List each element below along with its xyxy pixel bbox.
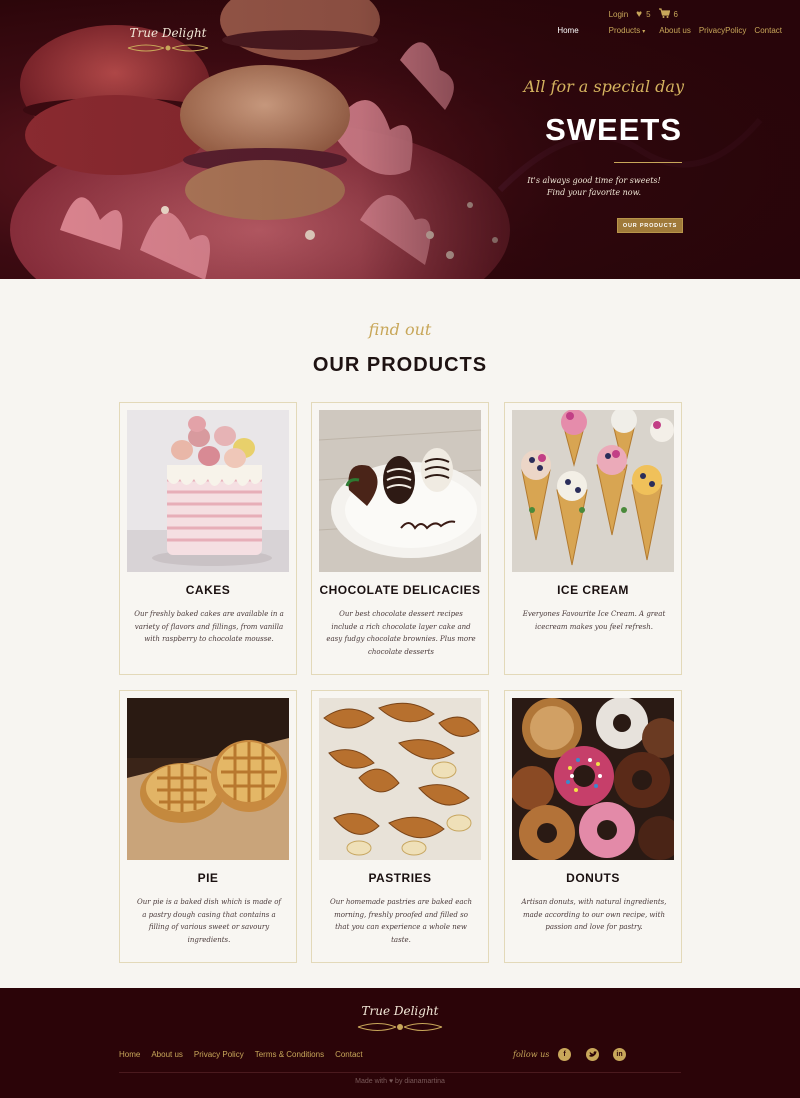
footer-nav: Home About us Privacy Policy Terms & Con… — [119, 1050, 374, 1059]
product-desc: Everyones Favourite Ice Cream. A great i… — [522, 610, 666, 631]
cart-count: 6 — [673, 9, 678, 19]
facebook-icon[interactable]: f — [558, 1048, 571, 1061]
linkedin-icon[interactable]: in — [613, 1048, 626, 1061]
caret-down-icon: ▾ — [642, 29, 646, 35]
hero-description: It's always good time for sweets! Find y… — [524, 175, 664, 199]
hero-title: SWEETS — [545, 112, 682, 147]
hero-divider — [614, 162, 682, 163]
product-title: PASTRIES — [368, 871, 432, 885]
footer-brand-name: True Delight — [361, 1004, 439, 1018]
section-title: OUR PRODUCTS — [312, 354, 488, 376]
pie-image — [127, 698, 289, 860]
hero-tagline: All for a special day — [523, 77, 684, 96]
nav-contact[interactable]: Contact — [754, 26, 782, 35]
product-title: ICE CREAM — [557, 583, 629, 597]
hero-desc-line1: It's always good time for sweets! — [527, 176, 661, 185]
hero-banner: True Delight Login ♥ 5 6 Home Products ▾ … — [0, 0, 800, 279]
pastries-image — [319, 698, 481, 860]
ornament-icon — [357, 1023, 443, 1031]
product-desc: Our homemade pastries are baked each mor… — [330, 898, 472, 944]
footer-logo[interactable]: True Delight — [354, 1004, 446, 1033]
nav-home[interactable]: Home — [557, 26, 578, 35]
product-desc: Our pie is a baked dish which is made of… — [136, 898, 282, 944]
heart-icon[interactable]: ♥ — [636, 9, 642, 20]
footer-link-about[interactable]: About us — [151, 1050, 183, 1059]
product-card-pie[interactable]: PIE Our pie is a baked dish which is mad… — [119, 690, 297, 963]
wishlist-count: 5 — [646, 9, 651, 19]
ornament-icon — [127, 44, 209, 52]
product-card-cakes[interactable]: CAKES Our freshly baked cakes are availa… — [119, 402, 297, 675]
hero-desc-line2: Find your favorite now. — [546, 188, 642, 197]
product-card-chocolate[interactable]: CHOCOLATE DELICACIES Our best chocolate … — [311, 402, 489, 675]
donuts-image — [512, 698, 674, 860]
footer-link-home[interactable]: Home — [119, 1050, 140, 1059]
our-products-button[interactable]: OUR PRODUCTS — [617, 218, 683, 233]
footer-divider — [119, 1072, 681, 1073]
chocolate-image — [319, 410, 481, 572]
product-card-donuts[interactable]: DONUTS Artisan donuts, with natural ingr… — [504, 690, 682, 963]
twitter-icon[interactable] — [586, 1048, 599, 1061]
footer-link-contact[interactable]: Contact — [335, 1050, 363, 1059]
footer-link-terms[interactable]: Terms & Conditions — [255, 1050, 324, 1059]
nav-privacy[interactable]: PrivacyPolicy — [699, 26, 747, 35]
product-card-pastries[interactable]: PASTRIES Our homemade pastries are baked… — [311, 690, 489, 963]
product-card-ice-cream[interactable]: ICE CREAM Everyones Favourite Ice Cream.… — [504, 402, 682, 675]
footer: True Delight Home About us Privacy Polic… — [0, 988, 800, 1098]
ice-cream-image — [512, 410, 674, 572]
nav-about[interactable]: About us — [659, 26, 691, 35]
follow-us-label: follow us — [513, 1050, 550, 1059]
brand-name: True Delight — [129, 26, 207, 40]
product-desc: Our best chocolate dessert recipes inclu… — [326, 610, 476, 656]
product-desc: Artisan donuts, with natural ingredients… — [521, 898, 667, 931]
nav-products[interactable]: Products ▾ — [609, 26, 646, 35]
product-title: DONUTS — [566, 871, 620, 885]
footer-credit: Made with ♥ by dianamartina — [355, 1078, 445, 1085]
brand-logo[interactable]: True Delight — [122, 26, 214, 53]
nav-products-label: Products — [608, 26, 641, 35]
product-title: PIE — [197, 871, 219, 885]
main-nav: Home Products ▾ About us PrivacyPolicy Co… — [543, 26, 782, 35]
cart-icon[interactable] — [658, 8, 670, 20]
login-link[interactable]: Login — [609, 10, 629, 19]
product-title: CHOCOLATE DELICACIES — [319, 583, 481, 597]
product-title: CAKES — [185, 583, 231, 597]
footer-link-privacy[interactable]: Privacy Policy — [194, 1050, 244, 1059]
top-utility-bar: Login ♥ 5 6 — [609, 8, 682, 20]
product-desc: Our freshly baked cakes are available in… — [134, 610, 284, 643]
section-kicker: find out — [368, 320, 432, 339]
cakes-image — [127, 410, 289, 572]
